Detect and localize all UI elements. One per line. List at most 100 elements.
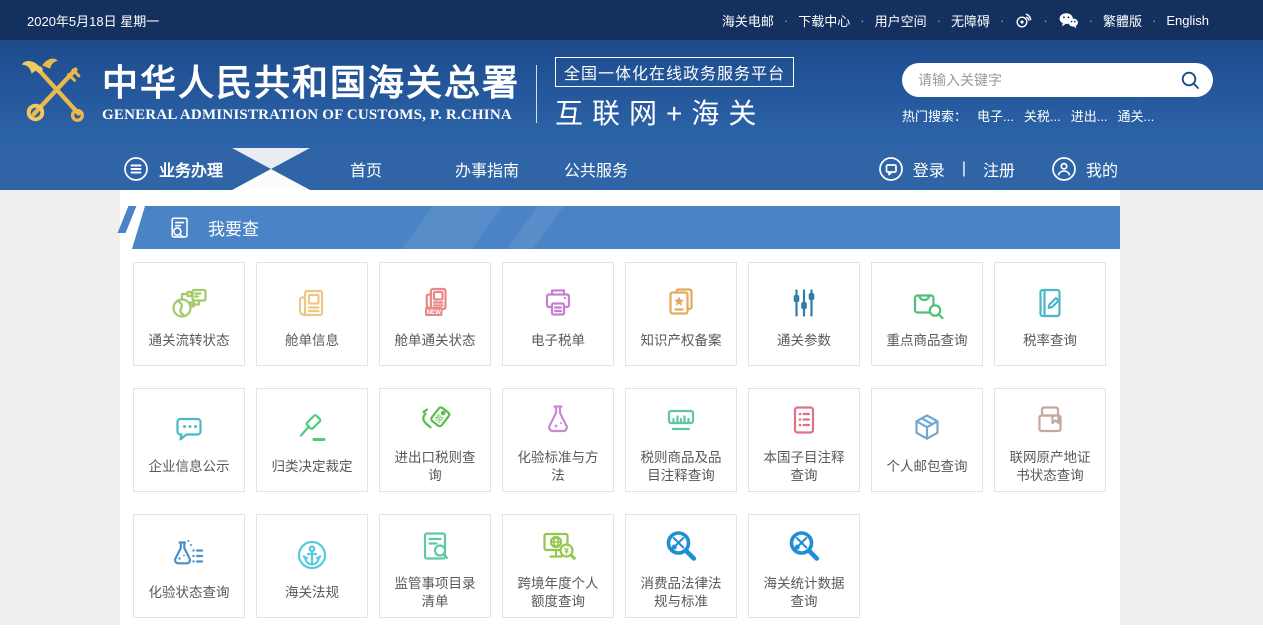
wechat-icon[interactable]	[1058, 11, 1079, 29]
hot-search-row: 热门搜索： 电子... 关税... 进出... 通关...	[902, 106, 1213, 125]
service-card-lab-standards-methods[interactable]: 化验标准与方法	[502, 388, 614, 492]
hot-search-item[interactable]: 通关...	[1118, 106, 1155, 125]
service-card-crossborder-annual-quota[interactable]: 跨境年度个人额度查询	[502, 514, 614, 618]
login-link[interactable]: 登录	[913, 157, 945, 181]
service-card-label: 海关法规	[270, 584, 354, 602]
site-title-english: GENERAL ADMINISTRATION OF CUSTOMS, P. R.…	[102, 107, 520, 124]
header-divider	[536, 65, 537, 123]
service-card-label: 税率查询	[1008, 332, 1092, 350]
hot-search-item[interactable]: 进出...	[1071, 106, 1108, 125]
service-card-label: 重点商品查询	[885, 332, 969, 350]
business-menu-button[interactable]: 业务办理	[123, 156, 223, 182]
book-pencil-icon	[1028, 279, 1072, 327]
globe-network-icon	[167, 279, 211, 327]
service-card-label: 海关统计数据查询	[762, 575, 846, 611]
topbar-link-accessibility[interactable]: 无障碍	[951, 11, 990, 30]
service-card-label: 归类决定裁定	[270, 458, 354, 476]
main-column: 我要查 通关流转状态	[120, 190, 1120, 642]
service-card-grid: 通关流转状态 舱单信息	[133, 262, 1120, 618]
banner-decoration-sliver	[118, 206, 137, 233]
ruler-icon	[659, 396, 703, 444]
service-card-lab-status-query[interactable]: 化验状态查询	[133, 514, 245, 618]
hamburger-menu-icon	[123, 156, 149, 182]
register-link[interactable]: 注册	[983, 157, 1015, 181]
service-card-customs-regulations[interactable]: 海关法规	[256, 514, 368, 618]
weibo-icon[interactable]	[1014, 11, 1033, 30]
service-card-electronic-tax-bill[interactable]: 电子税单	[502, 262, 614, 366]
service-card-domestic-subheading-notes[interactable]: 本国子目注释查询	[748, 388, 860, 492]
platform-name: 互联网+海关	[555, 92, 794, 132]
service-card-key-commodity-query[interactable]: 重点商品查询	[871, 262, 983, 366]
service-card-enterprise-info[interactable]: 企业信息公示	[133, 388, 245, 492]
service-card-supervision-catalog[interactable]: 监管事项目录清单	[379, 514, 491, 618]
chat-bubble-icon	[167, 405, 211, 453]
service-card-consumer-goods-laws[interactable]: 消费品法律法规与标准	[625, 514, 737, 618]
query-section-banner: 我要查	[132, 206, 1120, 249]
nav-item-public-services[interactable]: 公共服务	[564, 157, 628, 181]
printer-icon	[536, 279, 580, 327]
service-card-label: 企业信息公示	[147, 458, 231, 476]
anchor-icon	[290, 531, 334, 579]
service-card-label: 监管事项目录清单	[393, 575, 477, 611]
nav-item-home[interactable]: 首页	[350, 157, 382, 181]
hot-search-item[interactable]: 关税...	[1024, 106, 1061, 125]
service-card-label: 电子税单	[516, 332, 600, 350]
service-card-clearance-flow-status[interactable]: 通关流转状态	[133, 262, 245, 366]
service-card-label: 知识产权备案	[639, 332, 723, 350]
service-card-label: 化验状态查询	[147, 584, 231, 602]
nav-item-service-guide[interactable]: 办事指南	[455, 157, 519, 181]
clipboard-search-icon	[413, 522, 457, 570]
date-display: 2020年5月18日 星期一	[27, 11, 159, 30]
service-card-import-export-tariff[interactable]: 税 进出口税则查询	[379, 388, 491, 492]
topbar-link-traditional-chinese[interactable]: 繁體版	[1103, 11, 1142, 30]
svg-text:NEW: NEW	[426, 308, 441, 315]
search-input[interactable]	[918, 72, 1180, 88]
sliders-icon	[782, 279, 826, 327]
topbar-link-download-center[interactable]: 下载中心	[798, 11, 850, 30]
hand-tax-tag-icon: 税	[413, 396, 457, 444]
topbar-link-customs-mail[interactable]: 海关电邮	[722, 11, 774, 30]
topbar-link-user-space[interactable]: 用户空间	[875, 11, 927, 30]
service-card-label: 税则商品及品目注释查询	[639, 449, 723, 485]
service-card-label: 个人邮包查询	[885, 458, 969, 476]
flask-icon	[536, 396, 580, 444]
top-utility-bar: 2020年5月18日 星期一 海关电邮 · 下载中心 · 用户空间 · 无障碍 …	[0, 0, 1263, 40]
service-card-personal-parcel-query[interactable]: 个人邮包查询	[871, 388, 983, 492]
service-card-label: 通关参数	[762, 332, 846, 350]
shopping-bag-search-icon	[905, 279, 949, 327]
site-title-chinese: 中华人民共和国海关总署	[102, 64, 520, 104]
service-card-label: 跨境年度个人额度查询	[516, 575, 600, 611]
platform-badge: 全国一体化在线政务服务平台	[555, 57, 794, 87]
service-card-ip-filing[interactable]: 知识产权备案	[625, 262, 737, 366]
site-header: 中华人民共和国海关总署 GENERAL ADMINISTRATION OF CU…	[0, 40, 1263, 148]
service-card-customs-statistics-query[interactable]: 海关统计数据查询	[748, 514, 860, 618]
service-card-manifest-info[interactable]: 舱单信息	[256, 262, 368, 366]
service-card-tariff-rate-query[interactable]: 税率查询	[994, 262, 1106, 366]
certificate-stamp-icon	[1028, 396, 1072, 444]
service-card-manifest-clearance-status[interactable]: NEW 舱单通关状态	[379, 262, 491, 366]
monitor-search-icon	[536, 522, 580, 570]
service-card-label: 舱单信息	[270, 332, 354, 350]
nav-arrow-decoration	[232, 148, 310, 190]
service-card-origin-certificate-status[interactable]: 联网原产地证书状态查询	[994, 388, 1106, 492]
service-card-label: 化验标准与方法	[516, 449, 600, 485]
search-bar	[902, 63, 1213, 97]
service-card-label: 消费品法律法规与标准	[639, 575, 723, 611]
main-navbar: 业务办理 首页 办事指南 公共服务 登录 | 注册 我的	[0, 148, 1263, 190]
gavel-icon	[290, 405, 334, 453]
search-icon	[1180, 70, 1201, 91]
flask-list-icon	[167, 531, 211, 579]
service-card-classification-ruling[interactable]: 归类决定裁定	[256, 388, 368, 492]
service-card-label: 舱单通关状态	[393, 332, 477, 350]
customs-emblem-logo	[16, 53, 94, 136]
service-card-label: 进出口税则查询	[393, 449, 477, 485]
emblem-magnifier-icon	[782, 522, 826, 570]
search-button[interactable]	[1180, 70, 1201, 91]
topbar-link-english[interactable]: English	[1166, 13, 1209, 28]
hot-search-item[interactable]: 电子...	[977, 106, 1014, 125]
card-star-icon	[659, 279, 703, 327]
manifest-new-icon: NEW	[413, 279, 457, 327]
service-card-clearance-parameters[interactable]: 通关参数	[748, 262, 860, 366]
service-card-tariff-commodity-notes[interactable]: 税则商品及品目注释查询	[625, 388, 737, 492]
my-account-group[interactable]: 我的	[1051, 156, 1118, 182]
